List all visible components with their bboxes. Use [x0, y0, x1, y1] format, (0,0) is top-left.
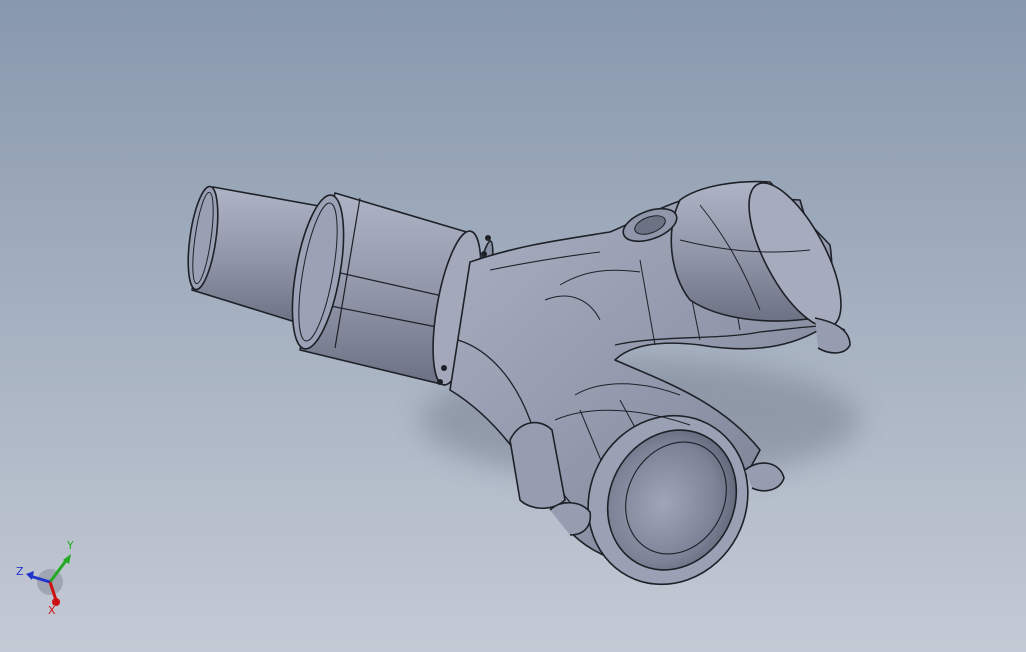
- triad-z-label: Z: [16, 565, 24, 578]
- y-pipe-fitting-model[interactable]: [0, 0, 1026, 652]
- view-orientation-triad: Y Z X: [16, 539, 74, 616]
- triad-x-label: X: [48, 604, 56, 616]
- graphics-viewport[interactable]: Y Z X: [0, 0, 1026, 652]
- triad-y-label: Y: [66, 539, 74, 552]
